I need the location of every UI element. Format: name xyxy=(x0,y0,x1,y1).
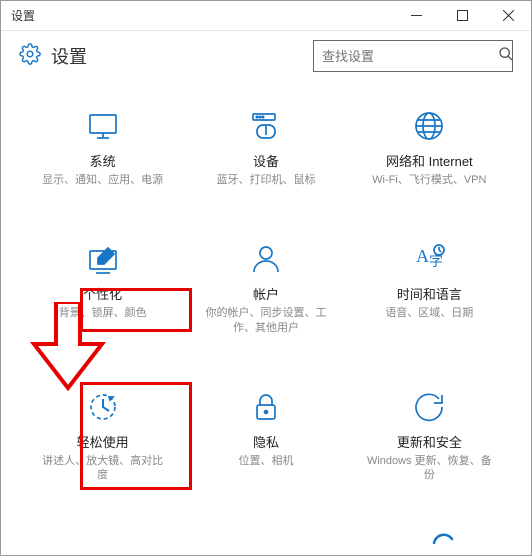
globe-icon xyxy=(409,107,449,145)
person-icon xyxy=(246,240,286,278)
tile-update-security[interactable]: 更新和安全 Windows 更新、恢复、备份 xyxy=(353,382,506,490)
svg-text:A: A xyxy=(416,246,429,266)
tile-sub: 蓝牙、打印机、鼠标 xyxy=(216,173,315,188)
search-input[interactable] xyxy=(322,49,498,64)
tile-sub: 语音、区域、日期 xyxy=(385,306,473,321)
page-title: 设置 xyxy=(51,43,87,69)
tile-title: 设备 xyxy=(253,151,279,170)
tile-system[interactable]: 系统 显示、通知、应用、电源 xyxy=(26,101,179,194)
tile-network[interactable]: 网络和 Internet Wi-Fi、飞行模式、VPN xyxy=(353,101,506,194)
tile-sub: 你的帐户、同步设置、工作、其他用户 xyxy=(201,306,331,336)
minimize-button[interactable] xyxy=(393,1,439,31)
maximize-button[interactable] xyxy=(439,1,485,31)
tile-title: 隐私 xyxy=(253,432,279,451)
time-language-icon: A字 xyxy=(409,240,449,278)
tile-title: 更新和安全 xyxy=(397,432,462,451)
tile-accounts[interactable]: 帐户 你的帐户、同步设置、工作、其他用户 xyxy=(189,234,342,342)
window-title: 设置 xyxy=(11,7,393,24)
personalization-icon xyxy=(83,240,123,278)
tile-personalization[interactable]: 个性化 背景、锁屏、颜色 xyxy=(26,234,179,342)
tile-time-language[interactable]: A字 时间和语言 语音、区域、日期 xyxy=(353,234,506,342)
ease-of-access-icon xyxy=(83,388,123,426)
header: 设置 xyxy=(1,31,531,81)
tile-devices[interactable]: 设备 蓝牙、打印机、鼠标 xyxy=(189,101,342,194)
lock-icon xyxy=(246,388,286,426)
tile-title: 轻松使用 xyxy=(77,432,129,451)
tile-sub: 显示、通知、应用、电源 xyxy=(42,173,163,188)
loading-spinner-icon xyxy=(432,531,454,550)
settings-grid: 系统 显示、通知、应用、电源 设备 蓝牙、打印机、鼠标 网络和 Internet… xyxy=(1,81,531,489)
tile-title: 帐户 xyxy=(253,284,279,303)
tile-privacy[interactable]: 隐私 位置、相机 xyxy=(189,382,342,490)
tile-title: 个性化 xyxy=(83,284,122,303)
gear-icon xyxy=(19,43,41,70)
tile-title: 网络和 Internet xyxy=(386,151,473,170)
tile-sub: 位置、相机 xyxy=(238,454,293,469)
close-button[interactable] xyxy=(485,1,531,31)
search-icon xyxy=(498,46,514,67)
update-icon xyxy=(409,388,449,426)
display-icon xyxy=(83,107,123,145)
search-box[interactable] xyxy=(313,40,513,72)
tile-ease-of-access[interactable]: 轻松使用 讲述人、放大镜、高对比度 xyxy=(26,382,179,490)
tile-title: 时间和语言 xyxy=(397,284,462,303)
tile-sub: 讲述人、放大镜、高对比度 xyxy=(38,454,168,484)
devices-icon xyxy=(246,107,286,145)
titlebar: 设置 xyxy=(1,1,531,31)
tile-sub: Wi-Fi、飞行模式、VPN xyxy=(372,173,486,188)
tile-title: 系统 xyxy=(90,151,116,170)
tile-sub: Windows 更新、恢复、备份 xyxy=(364,454,494,484)
tile-sub: 背景、锁屏、颜色 xyxy=(59,306,147,321)
